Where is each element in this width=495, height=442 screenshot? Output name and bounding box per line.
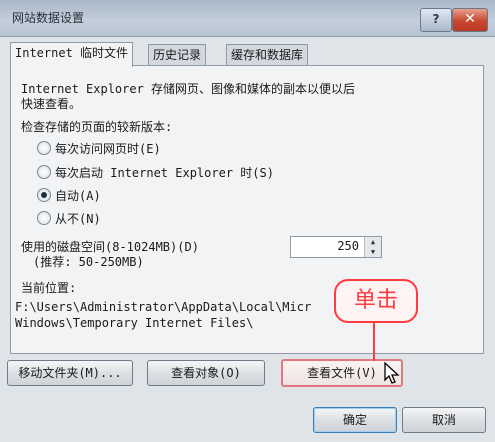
description-line-2: 快速查看。 [21,97,82,111]
close-button[interactable]: ✕ [452,8,488,32]
location-path-line-2: Windows\Temporary Internet Files\ [15,316,254,330]
radio-never[interactable] [37,211,51,225]
chevron-down-icon[interactable]: ▼ [365,247,381,257]
radio-every-visit[interactable] [37,141,51,155]
title-bar: 网站数据设置 ? ✕ [0,0,495,37]
chevron-up-icon[interactable]: ▲ [365,237,381,247]
tab-caches-and-databases[interactable]: 缓存和数据库 [226,44,309,65]
cancel-button[interactable]: 取消 [402,407,486,433]
tab-history[interactable]: 历史记录 [148,44,207,65]
ok-button[interactable]: 确定 [313,407,397,433]
radio-every-visit-label[interactable]: 每次访问网页时(E) [55,140,161,157]
view-objects-button[interactable]: 查看对象(O) [147,360,265,386]
disk-space-value[interactable]: 250 [337,239,359,253]
radio-automatic[interactable] [37,188,51,202]
click-callout: 单击 [334,279,418,323]
stepper-arrows[interactable]: ▲ ▼ [364,237,381,257]
mouse-pointer-icon [384,362,400,384]
disk-space-stepper[interactable]: 250 ▲ ▼ [290,236,382,258]
website-data-settings-dialog: 网站数据设置 ? ✕ Internet 临时文件 历史记录 缓存和数据库 Int… [0,0,495,442]
window-title: 网站数据设置 [12,11,85,25]
close-icon: ✕ [464,11,476,27]
help-icon: ? [432,12,440,26]
tab-temporary-internet-files[interactable]: Internet 临时文件 [10,42,134,67]
radio-every-start[interactable] [37,165,51,179]
move-folder-button[interactable]: 移动文件夹(M)... [7,360,133,386]
check-versions-label: 检查存储的页面的较新版本: [21,120,173,134]
current-location-label: 当前位置: [21,281,77,295]
radio-automatic-label[interactable]: 自动(A) [55,187,101,204]
radio-never-label[interactable]: 从不(N) [55,210,101,227]
help-button[interactable]: ? [420,8,452,32]
radio-every-start-label[interactable]: 每次启动 Internet Explorer 时(S) [55,164,274,181]
callout-pointer-line [373,321,375,361]
location-path-line-1: F:\Users\Administrator\AppData\Local\Mic… [15,300,312,314]
disk-space-recommendation: (推荐: 50-250MB) [33,255,144,269]
